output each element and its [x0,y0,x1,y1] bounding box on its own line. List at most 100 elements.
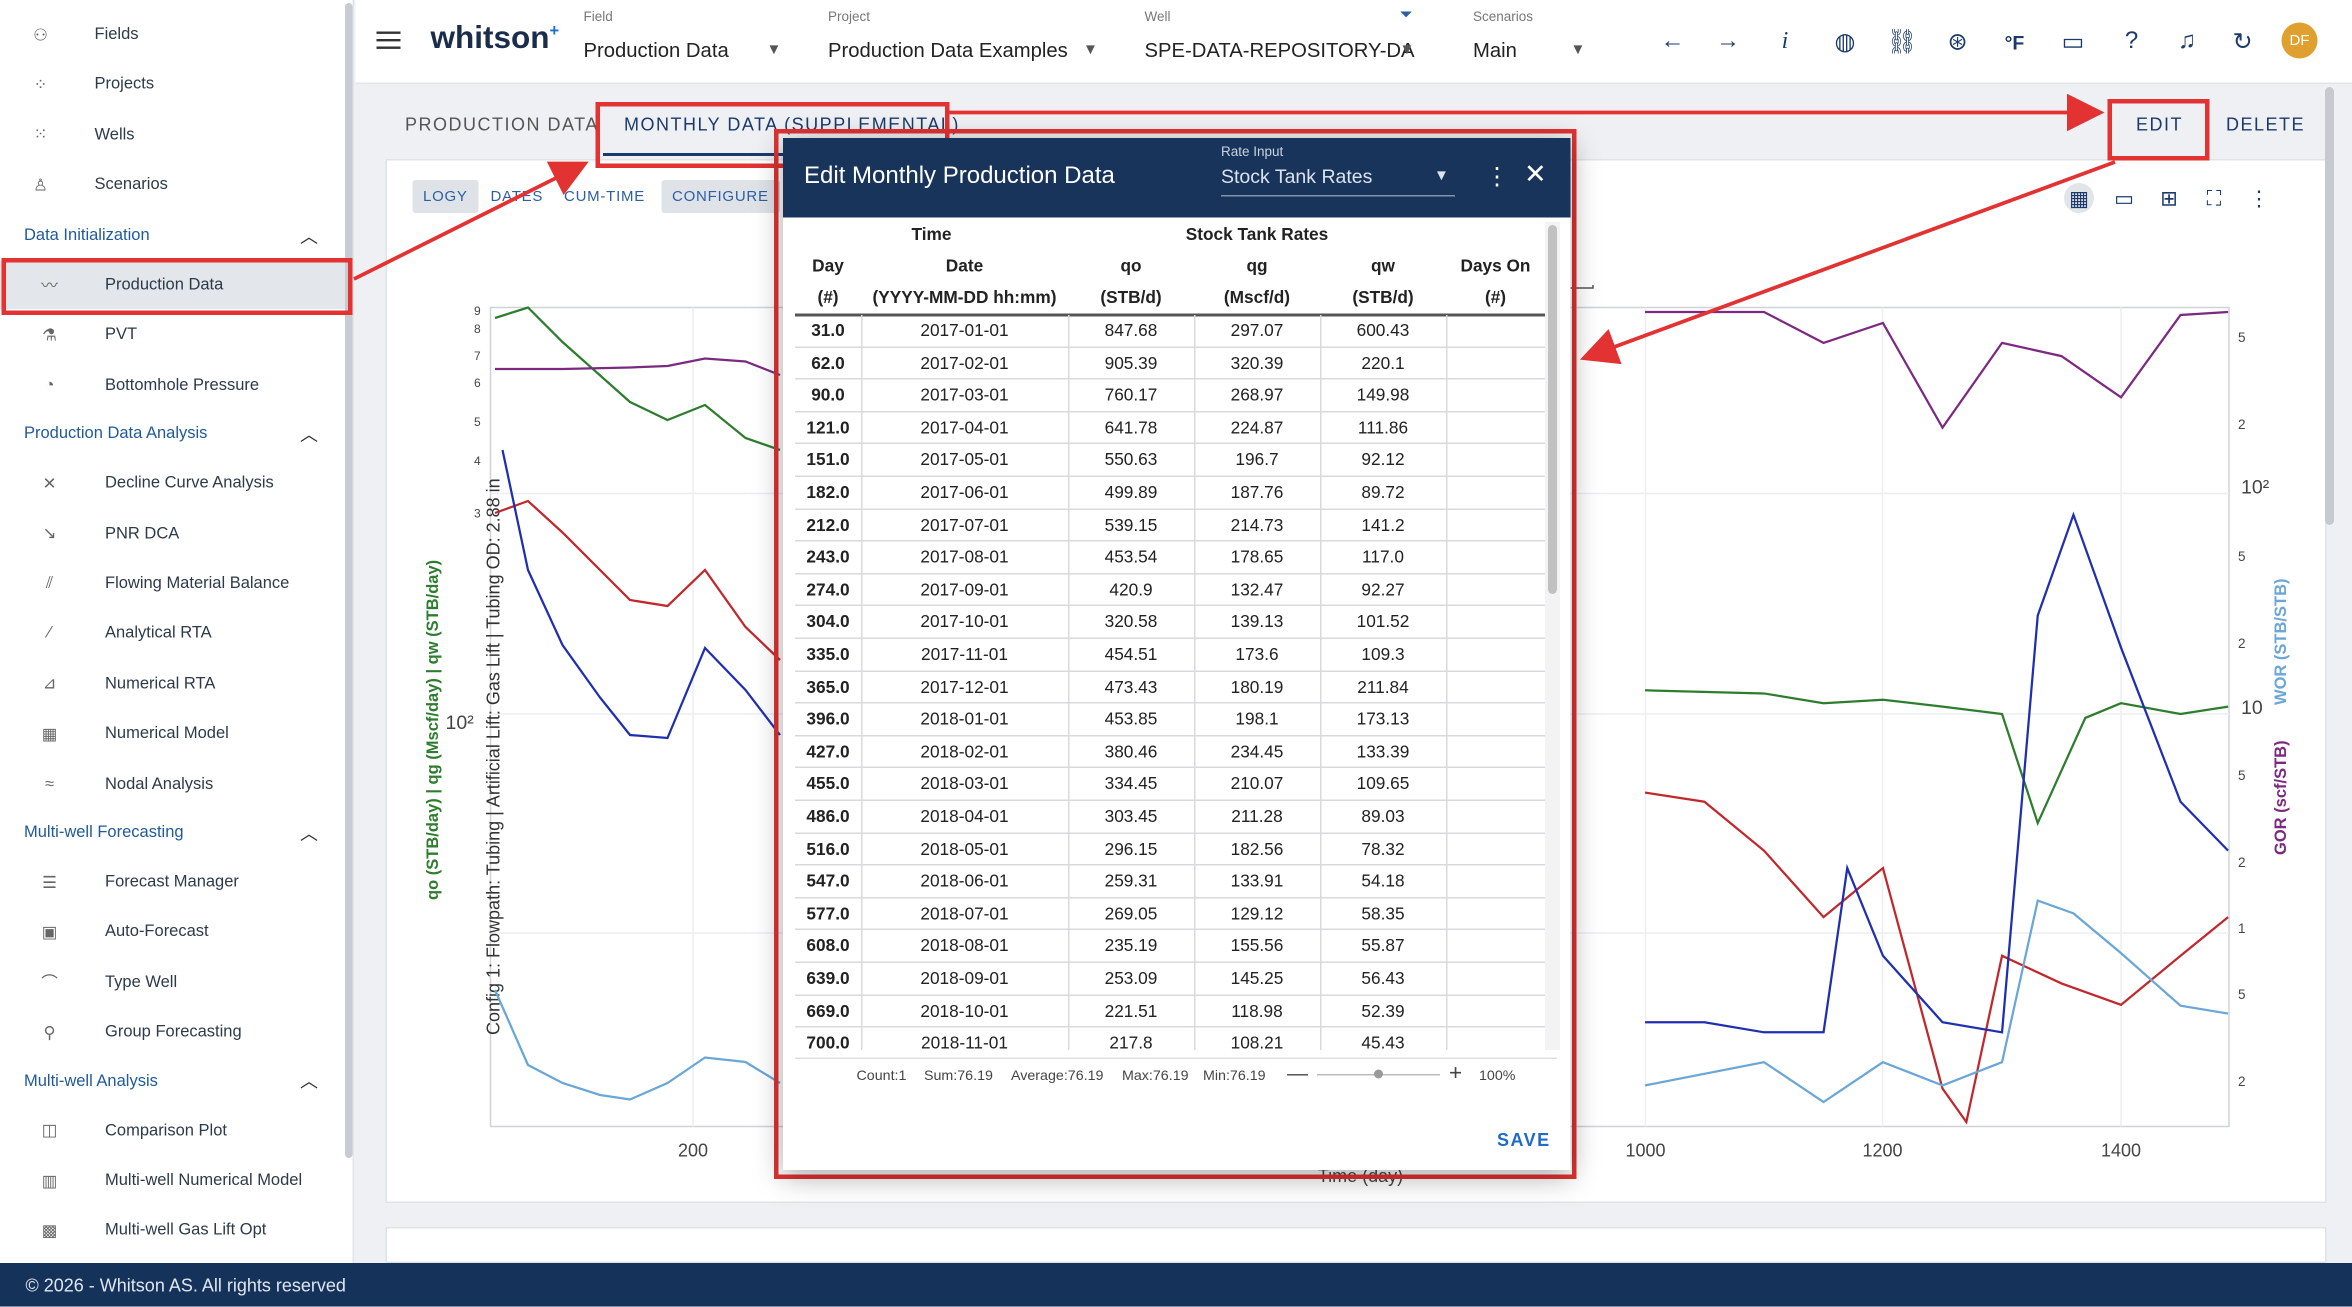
chevron-up-icon[interactable]: ︿ [300,421,318,447]
scroll-thumb[interactable] [1548,225,1557,594]
table-row[interactable]: 90.0 2017-03-01 760.17 268.97 149.98 [795,380,1545,413]
avatar[interactable]: DF [2281,22,2318,59]
table-cell[interactable]: 335.0 [795,647,861,665]
table-cell[interactable]: 101.52 [1320,614,1446,632]
table-cell[interactable]: 2017-02-01 [861,355,1068,373]
sidebar-section-data-initialization[interactable]: Data Initialization ︿ [0,213,345,258]
table-cell[interactable]: 486.0 [795,809,861,827]
table-cell[interactable]: 274.0 [795,582,861,600]
table-cell[interactable]: 149.98 [1320,387,1446,405]
table-cell[interactable]: 133.39 [1320,744,1446,762]
table-cell[interactable]: 31.0 [795,323,861,341]
table-row[interactable]: 577.0 2018-07-01 269.05 129.12 58.35 [795,898,1545,931]
table-cell[interactable]: 420.9 [1068,582,1194,600]
sidebar-item-wells[interactable]: ⁙ Wells [0,111,345,159]
table-cell[interactable]: 92.27 [1320,582,1446,600]
sidebar-item-fields[interactable]: ⚇ Fields [0,11,345,59]
sidebar-item-bottomhole-pressure[interactable]: ◔ Bottomhole Pressure [0,361,345,409]
table-cell[interactable]: 2017-09-01 [861,582,1068,600]
table-cell[interactable]: 669.0 [795,1003,861,1021]
table-cell[interactable]: 210.07 [1194,776,1320,794]
info-icon[interactable]: i [1769,26,1802,59]
logy-toggle[interactable]: LOGY [412,180,479,213]
sidebar-item-decline-curve-analysis[interactable]: ✕ Decline Curve Analysis [0,459,345,507]
calendar-icon[interactable]: ▦ [2064,183,2094,213]
table-cell[interactable]: 2018-05-01 [861,841,1068,859]
table-cell[interactable]: 334.45 [1068,776,1194,794]
table-cell[interactable]: 54.18 [1320,873,1446,891]
table-row[interactable]: 274.0 2017-09-01 420.9 132.47 92.27 [795,574,1545,607]
scenarios-select[interactable]: Scenarios Main ▼ [1473,6,1593,72]
sidebar-scrollbar[interactable] [345,3,353,1158]
table-cell[interactable]: 145.25 [1194,971,1320,989]
table-cell[interactable]: 220.1 [1320,355,1446,373]
sidebar-item-numerical-rta[interactable]: ⊿ Numerical RTA [0,660,345,708]
grid-scrollbar[interactable] [1545,222,1560,1050]
units-toggle[interactable]: °F [1998,26,2031,59]
table-cell[interactable]: 214.73 [1194,517,1320,535]
table-cell[interactable]: 700.0 [795,1035,861,1050]
table-cell[interactable]: 211.84 [1320,679,1446,697]
tab-production-data[interactable]: PRODUCTION DATA [405,114,599,135]
table-cell[interactable]: 2017-12-01 [861,679,1068,697]
table-cell[interactable]: 141.2 [1320,517,1446,535]
table-row[interactable]: 304.0 2017-10-01 320.58 139.13 101.52 [795,607,1545,639]
table-cell[interactable]: 155.56 [1194,938,1320,956]
table-cell[interactable]: 178.65 [1194,549,1320,567]
table-cell[interactable]: 89.03 [1320,809,1446,827]
cum-time-toggle[interactable]: CUM-TIME [554,180,656,213]
table-cell[interactable]: 269.05 [1068,906,1194,924]
table-cell[interactable]: 173.6 [1194,647,1320,665]
sidebar-item-comparison-plot[interactable]: ◫ Comparison Plot [0,1106,345,1154]
sidebar-item-group-forecasting[interactable]: ⚲ Group Forecasting [0,1008,345,1056]
table-cell[interactable]: 297.07 [1194,323,1320,341]
table-cell[interactable]: 259.31 [1068,873,1194,891]
sidebar-item-flowing-material-balance[interactable]: ⫽ Flowing Material Balance [0,560,345,608]
table-cell[interactable]: 243.0 [795,549,861,567]
table-cell[interactable]: 2018-07-01 [861,906,1068,924]
table-cell[interactable]: 547.0 [795,873,861,891]
table-cell[interactable]: 453.85 [1068,711,1194,729]
table-cell[interactable]: 473.43 [1068,679,1194,697]
table-cell[interactable]: 180.19 [1194,679,1320,697]
table-cell[interactable]: 212.0 [795,517,861,535]
table-cell[interactable]: 2017-04-01 [861,420,1068,438]
table-cell[interactable]: 92.12 [1320,452,1446,470]
zoom-slider-thumb[interactable] [1374,1069,1383,1079]
field-select[interactable]: Field Production Data ▼ [584,6,782,72]
sidebar-section-multi-well-analysis[interactable]: Multi-well Analysis ︿ [0,1058,345,1103]
table-cell[interactable]: 2018-06-01 [861,873,1068,891]
table-cell[interactable]: 760.17 [1068,387,1194,405]
project-select[interactable]: Project Production Data Examples ▼ [828,6,1098,72]
table-row[interactable]: 182.0 2017-06-01 499.89 187.76 89.72 [795,477,1545,510]
table-cell[interactable]: 109.65 [1320,776,1446,794]
table-cell[interactable]: 454.51 [1068,647,1194,665]
table-cell[interactable]: 118.98 [1194,1003,1320,1021]
chevron-up-icon[interactable]: ︿ [300,223,318,249]
table-icon[interactable]: ⊞ [2154,183,2184,213]
table-row[interactable]: 396.0 2018-01-01 453.85 198.1 173.13 [795,704,1545,737]
table-cell[interactable]: 2017-05-01 [861,452,1068,470]
table-cell[interactable]: 516.0 [795,841,861,859]
table-cell[interactable]: 905.39 [1068,355,1194,373]
fullscreen-icon[interactable]: ⛶ [2199,183,2229,213]
zoom-out-icon[interactable]: — [1287,1061,1308,1085]
sidebar-section-multi-well-forecasting[interactable]: Multi-well Forecasting ︿ [0,810,345,855]
help-icon[interactable]: ? [2115,26,2148,59]
configure-button[interactable]: CONFIGURE [661,180,780,213]
table-cell[interactable]: 224.87 [1194,420,1320,438]
table-cell[interactable]: 608.0 [795,938,861,956]
table-cell[interactable]: 129.12 [1194,906,1320,924]
sidebar-item-multi-well-gas-lift-opt[interactable]: ▩ Multi-well Gas Lift Opt [0,1207,345,1255]
table-cell[interactable]: 108.21 [1194,1035,1320,1050]
comment-icon[interactable]: ▭ [2109,183,2139,213]
save-button[interactable]: SAVE [1497,1130,1551,1151]
table-row[interactable]: 516.0 2018-05-01 296.15 182.56 78.32 [795,833,1545,866]
table-cell[interactable]: 2017-10-01 [861,614,1068,632]
table-cell[interactable]: 2018-02-01 [861,744,1068,762]
table-cell[interactable]: 217.8 [1068,1035,1194,1050]
sidebar-item-pnr-dca[interactable]: ↘ PNR DCA [0,509,345,557]
sidebar-item-pvt[interactable]: ⚗ PVT [0,311,345,359]
table-cell[interactable]: 109.3 [1320,647,1446,665]
table-row[interactable]: 365.0 2017-12-01 473.43 180.19 211.84 [795,671,1545,704]
